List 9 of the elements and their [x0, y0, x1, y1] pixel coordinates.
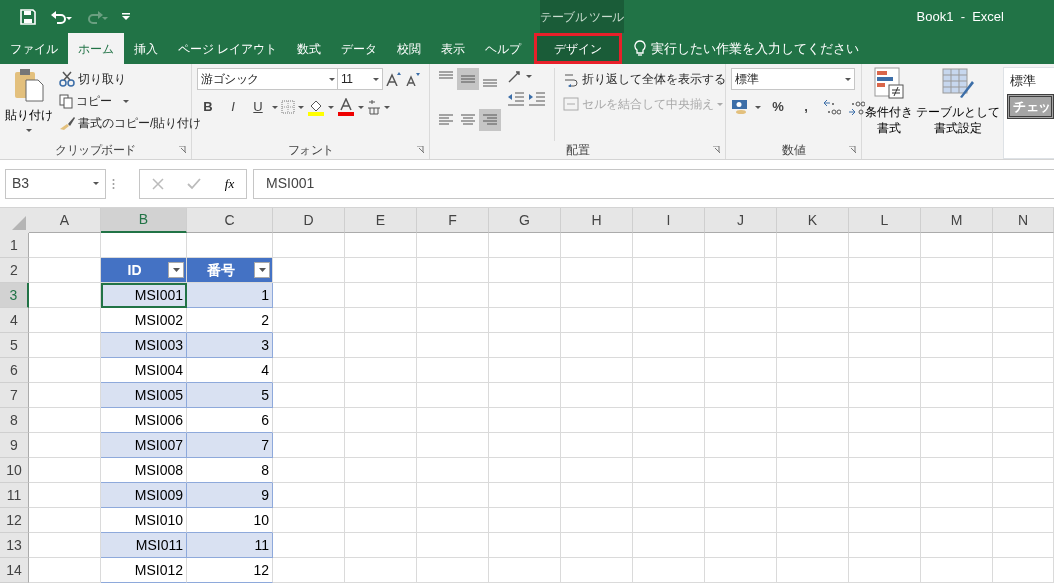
group-label: 配置: [566, 142, 589, 159]
context-label: テーブル ツール: [540, 0, 624, 33]
merge-center-button: セルを結合して中央揃え: [561, 93, 728, 115]
table-header-label: 番号: [205, 260, 236, 280]
group-label: クリップボード: [55, 142, 136, 159]
table-header-label: ID: [126, 260, 143, 280]
group-label: フォント: [287, 142, 334, 159]
group-label: 数値: [782, 142, 805, 159]
window-title: Book1 - Excel: [915, 7, 1005, 26]
